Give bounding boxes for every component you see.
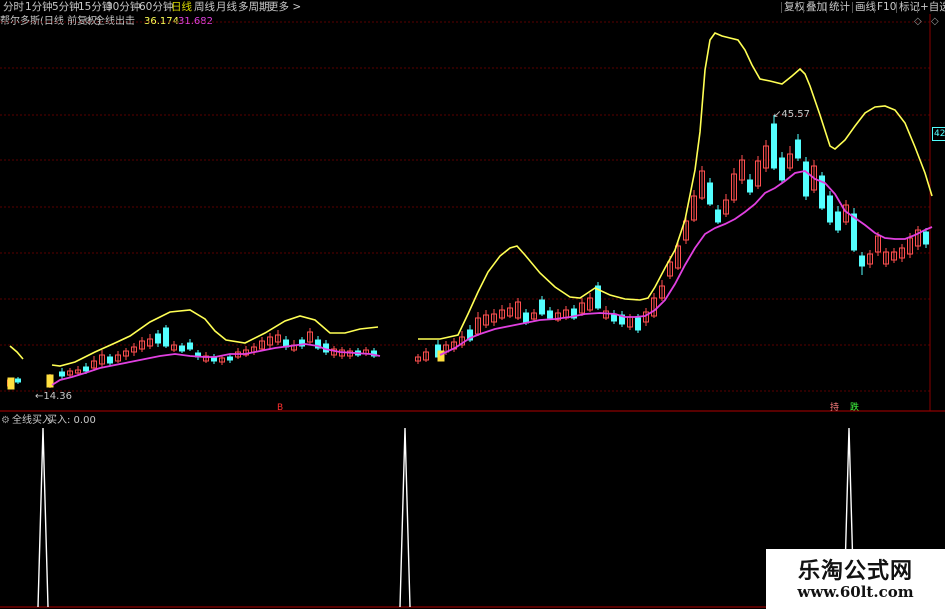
high-price-label: ↙45.57 (773, 109, 811, 120)
candle-body-95 (835, 211, 841, 231)
candle-body-19 (187, 342, 193, 350)
hold-marker: 持 (830, 403, 840, 413)
diamond-icon[interactable]: ◇ (914, 16, 922, 28)
candle-body-3 (59, 371, 65, 377)
right-axis-price-tag: 42 (932, 127, 945, 141)
upper-band-line-0 (9, 345, 24, 360)
candle-body-9 (107, 356, 113, 364)
candle-body-80 (715, 209, 721, 223)
candle-body-87 (771, 123, 777, 169)
buy-signal-spike-1 (399, 427, 411, 608)
candle-body-6 (83, 366, 89, 372)
watermark-logo: 乐淘公式网 www.60lt.com (766, 549, 945, 609)
candle-body-16 (163, 327, 169, 347)
candle-body-88 (779, 157, 785, 181)
fall-marker: 跌 (850, 403, 860, 413)
candle-body-58 (539, 299, 545, 315)
diamond-icon-2[interactable]: ◇ (931, 16, 939, 28)
signal-candle-1 (46, 374, 54, 388)
candle-body-84 (747, 179, 753, 193)
candle-body-24 (227, 356, 233, 361)
upper-band-line-2 (418, 32, 933, 340)
signal-candle-0 (7, 377, 15, 390)
candle-body-70 (635, 317, 641, 331)
candle-body-59 (547, 310, 553, 319)
low-price-label: ←14.36 (35, 391, 73, 402)
candle-body-15 (155, 333, 161, 344)
candle-body-56 (523, 312, 529, 324)
candle-body-94 (827, 195, 833, 223)
candle-body-79 (707, 182, 713, 205)
candle-body-98 (859, 255, 865, 267)
candle-body-91 (803, 161, 809, 197)
candle-body-18 (179, 345, 185, 352)
buy-signal-spike-0 (37, 427, 49, 608)
candle-body-1 (15, 378, 21, 383)
buy-marker-b: B (277, 403, 284, 413)
kline-chart[interactable] (0, 0, 945, 609)
candle-body-106 (923, 231, 929, 245)
ma-line-1 (439, 170, 933, 356)
signal-candle-2 (437, 350, 445, 362)
candle-body-90 (795, 139, 801, 159)
